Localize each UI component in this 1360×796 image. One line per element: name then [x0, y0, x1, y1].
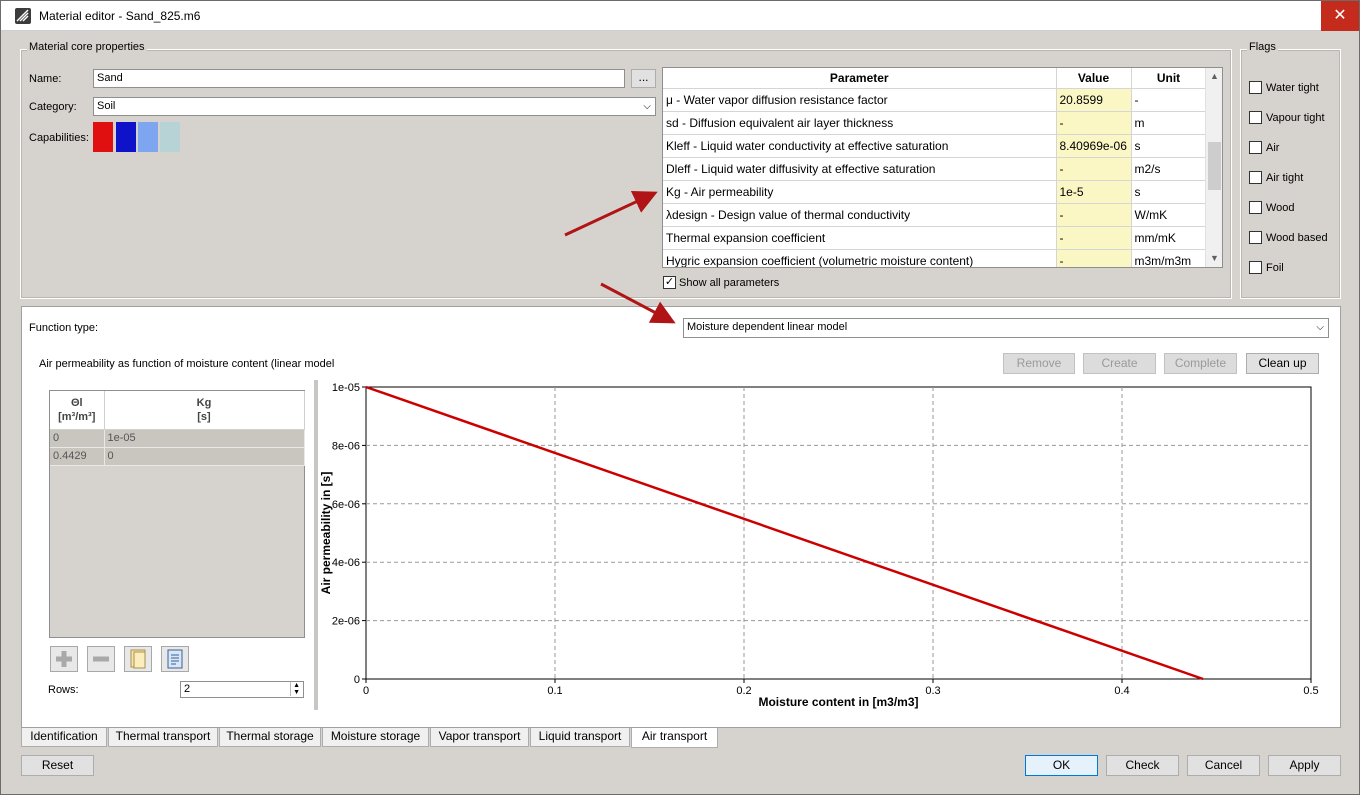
- y-tick-label: 2e-06: [332, 616, 360, 628]
- air-permeability-chart: 0 0.1 0.2 0.3 0.4 0.5 0 2e-06 4e-06 6e-06 8e-06 1e-…: [319, 382, 1319, 709]
- y-tick-label: 8e-06: [332, 440, 360, 452]
- x-tick-label: 0.3: [925, 685, 940, 697]
- x-axis-label: Moisture content in [m3/m3]: [758, 695, 918, 709]
- y-tick-label: 1e-05: [332, 382, 360, 394]
- x-tick-label: 0.5: [1303, 685, 1318, 697]
- plot-area: [365, 386, 1312, 680]
- cancel-button[interactable]: Cancel: [1187, 755, 1260, 776]
- tab-air-transport[interactable]: Air transport: [631, 728, 718, 748]
- x-tick-label: 0.2: [736, 685, 751, 697]
- tab-liquid-transport[interactable]: Liquid transport: [530, 728, 630, 747]
- y-tick-label: 0: [354, 674, 360, 686]
- check-button[interactable]: Check: [1106, 755, 1179, 776]
- x-tick-label: 0.4: [1114, 685, 1129, 697]
- ok-button[interactable]: OK: [1025, 755, 1098, 776]
- apply-button[interactable]: Apply: [1268, 755, 1341, 776]
- x-tick-label: 0.1: [547, 685, 562, 697]
- x-tick-label: 0: [363, 685, 369, 697]
- tab-vapor-transport[interactable]: Vapor transport: [430, 728, 529, 747]
- tab-moisture-storage[interactable]: Moisture storage: [322, 728, 429, 747]
- tab-identification[interactable]: Identification: [21, 728, 107, 747]
- tab-thermal-storage[interactable]: Thermal storage: [219, 728, 321, 747]
- y-tick-label: 4e-06: [332, 557, 360, 569]
- y-axis-label: Air permeability in [s]: [319, 472, 333, 595]
- reset-button[interactable]: Reset: [21, 755, 94, 776]
- material-editor-window: Material editor - Sand_825.m6 ✕ Material…: [0, 0, 1360, 795]
- tab-thermal-transport[interactable]: Thermal transport: [108, 728, 218, 747]
- y-tick-label: 6e-06: [332, 499, 360, 511]
